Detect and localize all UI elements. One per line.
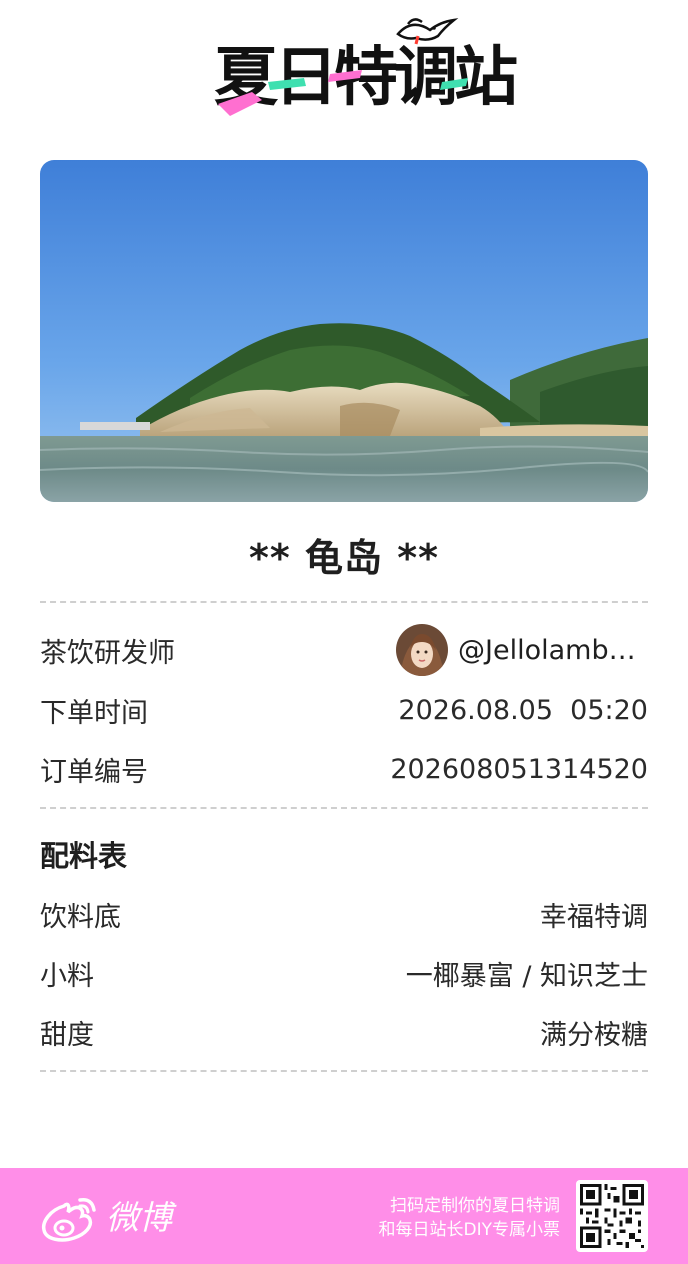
designer-row: 茶饮研发师 @Jellolambu… <box>40 624 648 676</box>
divider <box>40 807 648 809</box>
qr-code[interactable] <box>576 1180 648 1252</box>
logo-decoration <box>218 18 468 116</box>
ingredient-row: 小料 一椰暴富 / 知识芝士 <box>40 953 648 993</box>
ingredient-label: 甜度 <box>40 1019 94 1051</box>
ingredient-label: 饮料底 <box>40 901 121 933</box>
divider <box>40 601 648 603</box>
ingredient-row: 饮料底 幸福特调 <box>40 894 648 934</box>
divider <box>40 1070 648 1072</box>
island-photo <box>40 160 648 502</box>
ingredients-title: 配料表 <box>40 839 128 873</box>
qr-code-icon <box>580 1184 644 1248</box>
designer-label: 茶饮研发师 <box>40 637 175 669</box>
app-logo: 夏日特调站 <box>0 0 688 140</box>
promo-text: 扫码定制你的夏日特调 和每日站长DIY专属小票 <box>379 1194 561 1242</box>
designer-handle[interactable]: @Jellolambu… <box>458 635 648 666</box>
ingredient-value: 满分桉糖 <box>540 1019 648 1051</box>
order-number-label: 订单编号 <box>40 756 148 788</box>
drink-title: ** 龟岛 ** <box>249 536 439 580</box>
order-time-label: 下单时间 <box>40 697 148 729</box>
seagull-icon <box>396 18 459 45</box>
order-time-row: 下单时间 2026.08.05 05:20 <box>40 690 648 730</box>
order-time-value: 2026.08.05 05:20 <box>398 694 648 726</box>
promo-line-2: 和每日站长DIY专属小票 <box>378 1220 561 1240</box>
footer-banner: 微博 扫码定制你的夏日特调 和每日站长DIY专属小票 <box>0 1168 688 1264</box>
designer-profile[interactable]: @Jellolambu… <box>396 624 648 676</box>
weibo-logo[interactable]: 微博 <box>40 1192 172 1244</box>
ingredient-value: 幸福特调 <box>540 901 648 933</box>
ingredient-value: 一椰暴富 / 知识芝士 <box>405 960 648 992</box>
ingredient-label: 小料 <box>40 960 94 992</box>
weibo-icon <box>41 1197 96 1242</box>
avatar[interactable] <box>396 624 448 676</box>
order-number-row: 订单编号 202608051314520 <box>40 749 648 789</box>
weibo-brand-text: 微博 <box>106 1198 172 1237</box>
promo-line-1: 扫码定制你的夏日特调 <box>390 1196 560 1216</box>
ingredient-row: 甜度 满分桉糖 <box>40 1012 648 1052</box>
order-number-value: 202608051314520 <box>390 753 648 785</box>
